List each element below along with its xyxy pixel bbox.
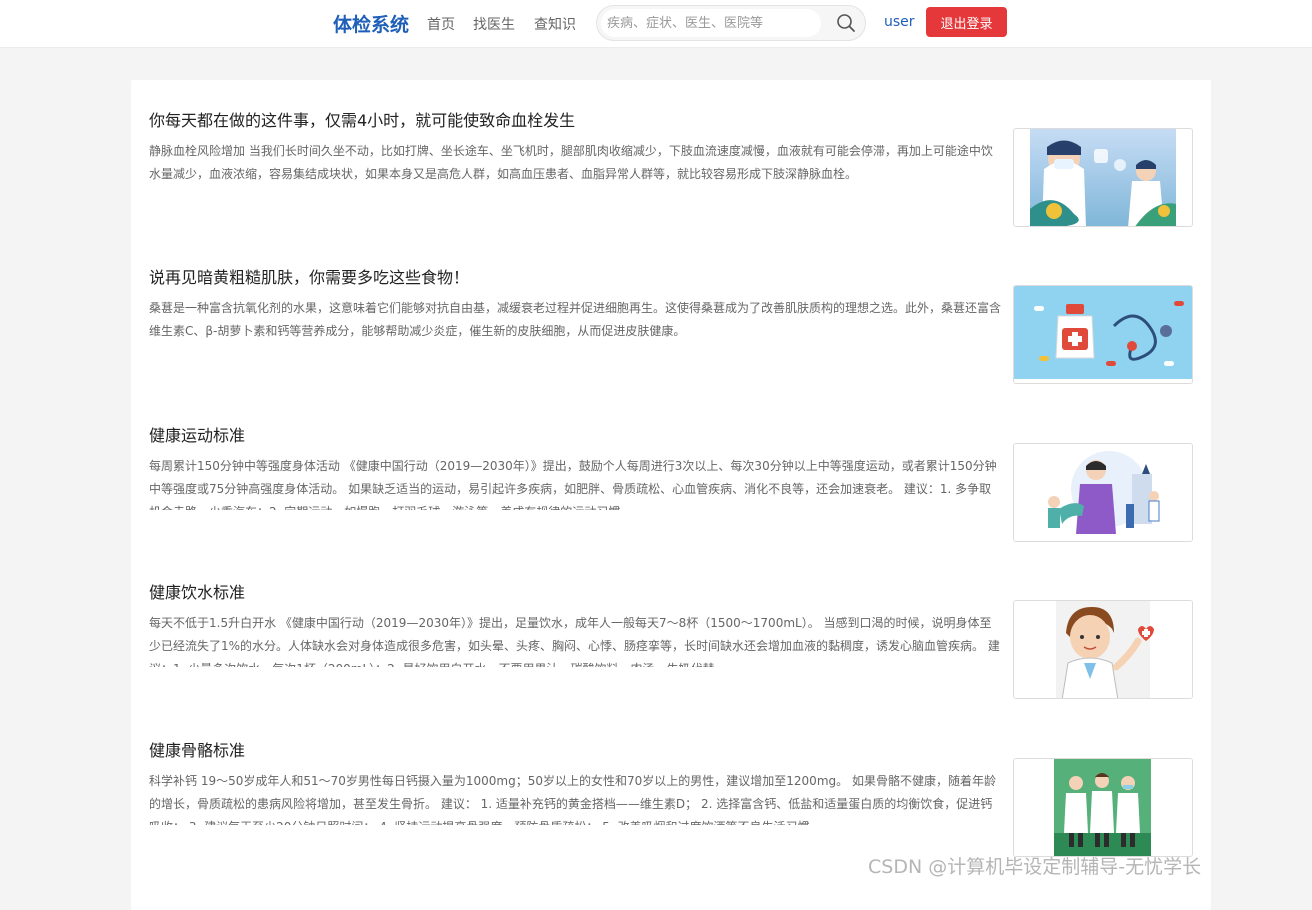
article-title[interactable]: 健康运动标准 [149, 422, 1009, 446]
user-link[interactable]: user [884, 14, 915, 30]
nav-home[interactable]: 首页 [427, 14, 455, 34]
search-box [596, 5, 866, 41]
article-item[interactable]: 健康运动标准 每周累计150分钟中等强度身体活动 《健康中国行动（2019—20… [131, 395, 1211, 552]
article-title[interactable]: 健康骨骼标准 [149, 737, 1009, 761]
watermark: CSDN @计算机毕设定制辅导-无忧学长 [868, 856, 1202, 878]
article-title[interactable]: 说再见暗黄粗糙肌肤，你需要多吃这些食物！ [149, 264, 1009, 288]
article-thumbnail[interactable] [1013, 443, 1193, 542]
article-item[interactable]: 你每天都在做的这件事，仅需4小时，就可能使致命血栓发生 静脉血栓风险增加 当我们… [131, 80, 1211, 237]
article-item[interactable]: 健康饮水标准 每天不低于1.5升白开水 《健康中国行动（2019—2030年）》… [131, 552, 1211, 709]
doctor-waving-image [1014, 601, 1192, 698]
nav-find-doctor[interactable]: 找医生 [473, 14, 515, 34]
medical-team-image [1014, 444, 1192, 541]
article-summary: 科学补钙 19～50岁成年人和51～70岁男性每日钙摄入量为1000mg；50岁… [149, 774, 996, 825]
article-summary: 每周累计150分钟中等强度身体活动 《健康中国行动（2019—2030年）》提出… [149, 459, 997, 510]
medicine-bottle-image [1014, 286, 1192, 383]
article-item[interactable]: 说再见暗黄粗糙肌肤，你需要多吃这些食物！ 桑葚是一种富含抗氧化剂的水果，这意味着… [131, 237, 1211, 394]
article-title[interactable]: 健康饮水标准 [149, 579, 1009, 603]
article-item[interactable]: 健康骨骼标准 科学补钙 19～50岁成年人和51～70岁男性每日钙摄入量为100… [131, 710, 1211, 867]
article-thumbnail[interactable] [1013, 600, 1193, 699]
article-thumbnail[interactable] [1013, 128, 1193, 227]
nav-knowledge[interactable]: 查知识 [534, 14, 576, 34]
doctors-illustration-image [1030, 129, 1176, 226]
search-input[interactable] [601, 9, 821, 37]
article-thumbnail[interactable] [1013, 758, 1193, 857]
article-list: 你每天都在做的这件事，仅需4小时，就可能使致命血栓发生 静脉血栓风险增加 当我们… [131, 80, 1211, 910]
three-doctors-image [1014, 759, 1192, 856]
article-thumbnail[interactable] [1013, 285, 1193, 384]
search-icon[interactable] [835, 12, 857, 34]
article-title[interactable]: 你每天都在做的这件事，仅需4小时，就可能使致命血栓发生 [149, 107, 1009, 131]
logout-button[interactable]: 退出登录 [926, 7, 1007, 37]
article-summary: 静脉血栓风险增加 当我们长时间久坐不动，比如打牌、坐长途车、坐飞机时，腿部肌肉收… [149, 144, 993, 181]
top-navbar: 体检系统 首页 找医生 查知识 user 退出登录 [0, 0, 1312, 48]
article-summary: 桑葚是一种富含抗氧化剂的水果，这意味着它们能够对抗自由基，减缓衰老过程并促进细胞… [149, 301, 1001, 338]
article-summary: 每天不低于1.5升白开水 《健康中国行动（2019—2030年）》提出，足量饮水… [149, 616, 1000, 667]
site-logo[interactable]: 体检系统 [333, 10, 409, 37]
